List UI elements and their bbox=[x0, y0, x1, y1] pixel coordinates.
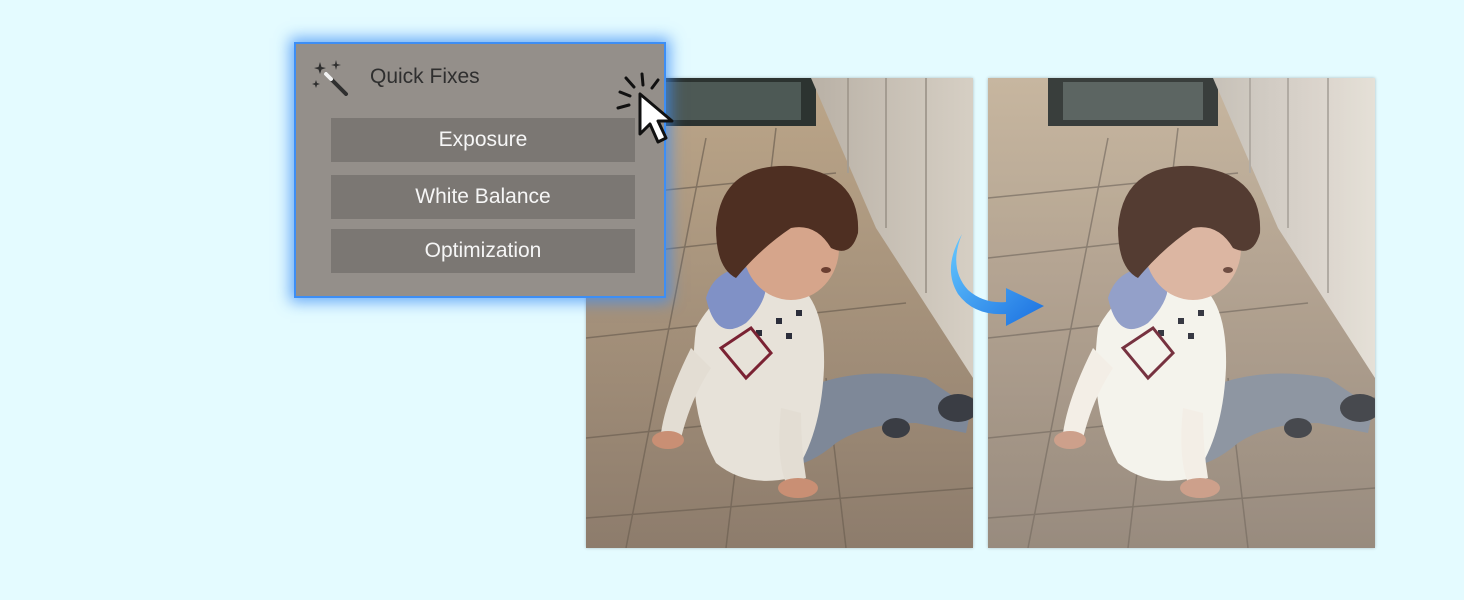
optimization-button[interactable]: Optimization bbox=[331, 229, 635, 273]
panel-header: Quick Fixes bbox=[296, 44, 664, 112]
exposure-button[interactable]: Exposure bbox=[331, 118, 635, 162]
magic-wand-icon bbox=[312, 58, 350, 96]
mouse-cursor-icon bbox=[612, 72, 692, 150]
curved-arrow-icon bbox=[944, 228, 1054, 328]
panel-title: Quick Fixes bbox=[370, 65, 480, 88]
quick-fixes-panel: Quick Fixes Exposure White Balance Optim… bbox=[294, 42, 666, 298]
white-balance-button[interactable]: White Balance bbox=[331, 175, 635, 219]
